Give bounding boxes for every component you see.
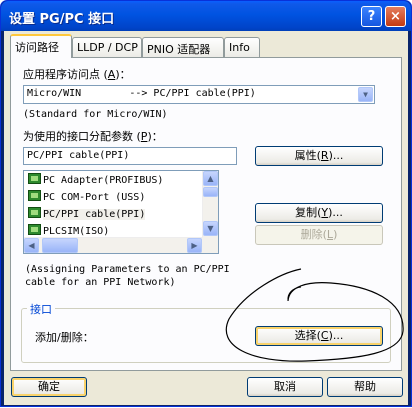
- interface-params-field[interactable]: PC/PPI cable(PPI): [23, 147, 237, 165]
- network-adapter-icon: [28, 224, 41, 235]
- access-point-value: Micro/WIN --> PC/PPI cable(PPI): [27, 88, 256, 99]
- tab-info[interactable]: Info: [224, 37, 260, 57]
- interface-listbox[interactable]: PC Adapter(PROFIBUS) PC COM-Port (USS) P…: [23, 170, 219, 254]
- tab-lldp-dcp[interactable]: LLDP / DCP: [72, 37, 142, 57]
- cancel-button[interactable]: 取消: [247, 377, 323, 397]
- access-point-combo[interactable]: Micro/WIN --> PC/PPI cable(PPI) ▼: [23, 85, 375, 104]
- horizontal-scrollbar[interactable]: ◀ ▶: [24, 237, 203, 253]
- properties-button[interactable]: 属性(R)...: [255, 146, 383, 166]
- select-button[interactable]: 选择(C)...: [255, 326, 383, 346]
- dialog-client: 访问路径 LLDP / DCP PNIO 适配器 Info 应用程序访问点 (A…: [4, 31, 408, 405]
- interface-group-title: 接口: [27, 301, 55, 317]
- copy-button[interactable]: 复制(Y)...: [255, 203, 383, 223]
- tab-pnio-adapter[interactable]: PNIO 适配器: [142, 37, 224, 57]
- scroll-right-icon[interactable]: ▶: [187, 238, 202, 253]
- list-item[interactable]: PC Adapter(PROFIBUS): [28, 173, 163, 189]
- access-path-panel: 应用程序访问点 (A)： Micro/WIN --> PC/PPI cable(…: [10, 57, 402, 371]
- window-title: 设置 PG/PC 接口: [9, 12, 115, 27]
- access-point-label: 应用程序访问点 (A)：: [23, 68, 131, 81]
- chevron-down-icon[interactable]: ▼: [358, 87, 373, 102]
- scroll-up-icon[interactable]: ▲: [203, 171, 218, 186]
- network-adapter-icon: [28, 207, 41, 218]
- access-point-note: (Standard for Micro/WIN): [23, 109, 168, 120]
- scroll-down-icon[interactable]: ▼: [203, 221, 218, 236]
- help-title-button[interactable]: ?: [361, 6, 382, 27]
- list-item[interactable]: PC COM-Port (USS): [28, 190, 145, 206]
- add-remove-label: 添加/删除：: [35, 331, 94, 344]
- delete-button[interactable]: 删除(L): [255, 225, 383, 245]
- vertical-scrollbar[interactable]: ▲ ▼: [202, 171, 218, 253]
- ok-button[interactable]: 确定: [11, 377, 87, 397]
- scroll-thumb-horizontal[interactable]: [42, 238, 78, 253]
- help-button[interactable]: 帮助: [327, 377, 403, 397]
- title-bar[interactable]: 设置 PG/PC 接口 ? ×: [1, 1, 411, 31]
- dialog-window: 设置 PG/PC 接口 ? × 访问路径 LLDP / DCP PNIO 适配器…: [0, 0, 412, 407]
- network-adapter-icon: [28, 173, 41, 184]
- interface-description: (Assigning Parameters to an PC/PPI cable…: [25, 264, 230, 288]
- list-item-selected[interactable]: PC/PPI cable(PPI): [28, 207, 146, 223]
- interface-params-label: 为使用的接口分配参数 (P)：: [23, 130, 163, 143]
- close-button[interactable]: ×: [385, 6, 406, 27]
- scroll-left-icon[interactable]: ◀: [24, 238, 39, 253]
- tab-access-path[interactable]: 访问路径: [10, 34, 72, 58]
- scroll-thumb[interactable]: [203, 187, 218, 197]
- network-adapter-icon: [28, 190, 41, 201]
